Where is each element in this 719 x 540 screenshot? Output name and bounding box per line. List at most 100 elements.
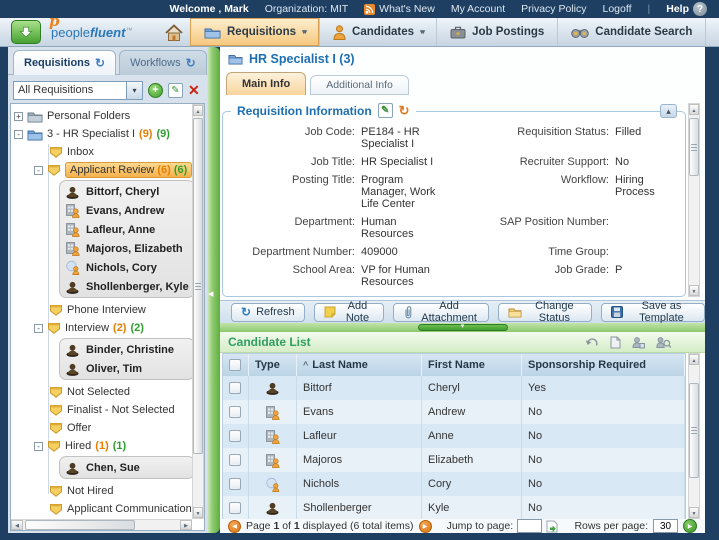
tree-step[interactable]: - Interview (2) (2): [14, 319, 192, 337]
candidate-table-row[interactable]: Majoros Elizabeth No: [223, 448, 685, 472]
refresh-icon[interactable]: ↻: [95, 57, 105, 69]
history-icon[interactable]: [585, 336, 599, 349]
scroll-down-button[interactable]: [689, 285, 699, 296]
column-header-type[interactable]: Type: [249, 354, 297, 376]
tree-step[interactable]: Phone Interview: [14, 301, 192, 319]
row-checkbox[interactable]: [229, 478, 241, 490]
jump-go-icon[interactable]: [546, 520, 558, 533]
row-checkbox[interactable]: [229, 430, 241, 442]
tree-step[interactable]: Applicant Communication: [14, 500, 192, 518]
save-as-template-button[interactable]: Save as Template: [600, 300, 705, 324]
next-page-icon[interactable]: [418, 519, 432, 533]
select-dropdown-button[interactable]: [126, 81, 142, 99]
search-candidates-icon[interactable]: [656, 336, 671, 349]
jump-to-page-input[interactable]: [517, 519, 543, 533]
logoff-link[interactable]: Logoff: [602, 3, 631, 15]
collapse-sidebar-icon[interactable]: [208, 287, 213, 299]
splitter-handle-icon[interactable]: [417, 324, 508, 331]
help-icon[interactable]: ?: [693, 2, 707, 16]
help-link[interactable]: Help: [666, 3, 689, 15]
privacy-policy-link[interactable]: Privacy Policy: [521, 3, 586, 15]
previous-page-icon[interactable]: [228, 519, 241, 533]
tree-vertical-scrollbar[interactable]: [192, 104, 204, 519]
select-all-checkbox[interactable]: [229, 359, 241, 371]
scroll-thumb[interactable]: [25, 520, 135, 530]
refresh-button[interactable]: ↻ Refresh: [231, 302, 305, 322]
collapse-expander-icon[interactable]: -: [34, 165, 43, 175]
expand-expander-icon[interactable]: +: [14, 111, 23, 121]
scroll-thumb[interactable]: [689, 383, 699, 478]
scroll-right-button[interactable]: [180, 520, 192, 530]
candidate-table-row[interactable]: Nichols Cory No: [223, 472, 685, 496]
sidebar-splitter[interactable]: [207, 47, 220, 533]
tree-candidate[interactable]: Lafleur, Anne: [65, 220, 189, 239]
scroll-up-button[interactable]: [689, 354, 699, 365]
row-checkbox[interactable]: [229, 454, 241, 466]
requisition-filter-select[interactable]: All Requisitions: [13, 80, 143, 100]
tree-horizontal-scrollbar[interactable]: [11, 519, 192, 530]
candidate-table-row[interactable]: Bittorf Cheryl Yes: [223, 376, 685, 400]
candidate-vertical-scrollbar[interactable]: [688, 353, 700, 519]
collapse-expander-icon[interactable]: -: [34, 441, 43, 451]
add-candidate-icon[interactable]: [632, 336, 645, 349]
my-account-link[interactable]: My Account: [451, 3, 505, 15]
sidebar-tab-workflows[interactable]: Workflows ↻: [119, 50, 207, 75]
tree-candidate[interactable]: Binder, Christine: [65, 340, 189, 359]
row-checkbox[interactable]: [229, 382, 241, 394]
info-vertical-scrollbar[interactable]: [688, 103, 700, 297]
nav-tab-requisitions[interactable]: Requisitions: [190, 18, 320, 46]
row-checkbox[interactable]: [229, 502, 241, 514]
scroll-down-button[interactable]: [689, 507, 699, 518]
delete-requisition-icon[interactable]: ✕: [188, 83, 200, 97]
column-header-sponsorship[interactable]: Sponsorship Required: [522, 354, 685, 376]
tree-step[interactable]: Not Selected: [14, 383, 192, 401]
column-header-first-name[interactable]: First Name: [422, 354, 522, 376]
tree-candidate[interactable]: Chen, Sue: [65, 458, 189, 477]
edit-requisition-icon[interactable]: ✎: [168, 82, 183, 98]
scroll-up-button[interactable]: [689, 104, 699, 115]
tab-main-info[interactable]: Main Info: [226, 72, 307, 95]
candidate-table-row[interactable]: Evans Andrew No: [223, 400, 685, 424]
add-note-button[interactable]: Add Note: [313, 300, 385, 324]
add-attachment-button[interactable]: Add Attachment: [393, 300, 489, 324]
edit-section-icon[interactable]: ✎: [377, 103, 393, 118]
tree-candidate[interactable]: Nichols, Cory: [65, 258, 189, 277]
nav-tab-job-postings[interactable]: Job Postings: [436, 18, 557, 46]
tree-candidate[interactable]: Shollenberger, Kyle: [65, 277, 189, 296]
row-checkbox[interactable]: [229, 406, 241, 418]
refresh-section-icon[interactable]: ↻: [399, 104, 410, 117]
tree-step[interactable]: - Applicant Review (6) (6): [14, 161, 192, 179]
rows-per-page-input[interactable]: [653, 519, 678, 533]
refresh-icon[interactable]: ↻: [186, 57, 196, 69]
scroll-thumb[interactable]: [689, 118, 699, 176]
scroll-left-button[interactable]: [11, 520, 23, 530]
tree-candidate[interactable]: Majoros, Elizabeth: [65, 239, 189, 258]
tree-step[interactable]: Offer: [14, 419, 192, 437]
tree-step[interactable]: - Hired (1) (1): [14, 437, 192, 455]
export-document-icon[interactable]: [610, 336, 621, 349]
add-requisition-icon[interactable]: +: [148, 82, 163, 98]
nav-tab-candidate-search[interactable]: Candidate Search: [557, 18, 707, 46]
sidebar-tab-requisitions[interactable]: Requisitions ↻: [13, 50, 117, 75]
tree-candidate[interactable]: Oliver, Tim: [65, 359, 189, 378]
nav-tab-candidates[interactable]: Candidates: [319, 18, 436, 46]
change-status-button[interactable]: Change Status: [497, 300, 592, 324]
panel-splitter[interactable]: [220, 323, 705, 332]
tree-step[interactable]: Not Hired: [14, 482, 192, 500]
home-button[interactable]: [164, 23, 184, 42]
scroll-thumb[interactable]: [193, 118, 203, 455]
tree-step[interactable]: Inbox: [14, 143, 192, 161]
tree-folder[interactable]: -3 - HR Specialist I (9) (9): [14, 125, 192, 143]
candidate-table-row[interactable]: Lafleur Anne No: [223, 424, 685, 448]
whats-new-link[interactable]: What's New: [379, 3, 435, 15]
collapse-expander-icon[interactable]: -: [34, 323, 43, 333]
scroll-up-button[interactable]: [193, 105, 203, 116]
brand-button[interactable]: [11, 20, 41, 44]
tree-candidate[interactable]: Evans, Andrew: [65, 201, 189, 220]
candidate-table-row[interactable]: Shollenberger Kyle No: [223, 496, 685, 520]
tree-candidate[interactable]: Bittorf, Cheryl: [65, 182, 189, 201]
tab-additional-info[interactable]: Additional Info: [310, 75, 409, 95]
scroll-down-button[interactable]: [193, 507, 203, 518]
collapse-expander-icon[interactable]: -: [14, 129, 23, 139]
tree-step[interactable]: Finalist - Not Selected: [14, 401, 192, 419]
